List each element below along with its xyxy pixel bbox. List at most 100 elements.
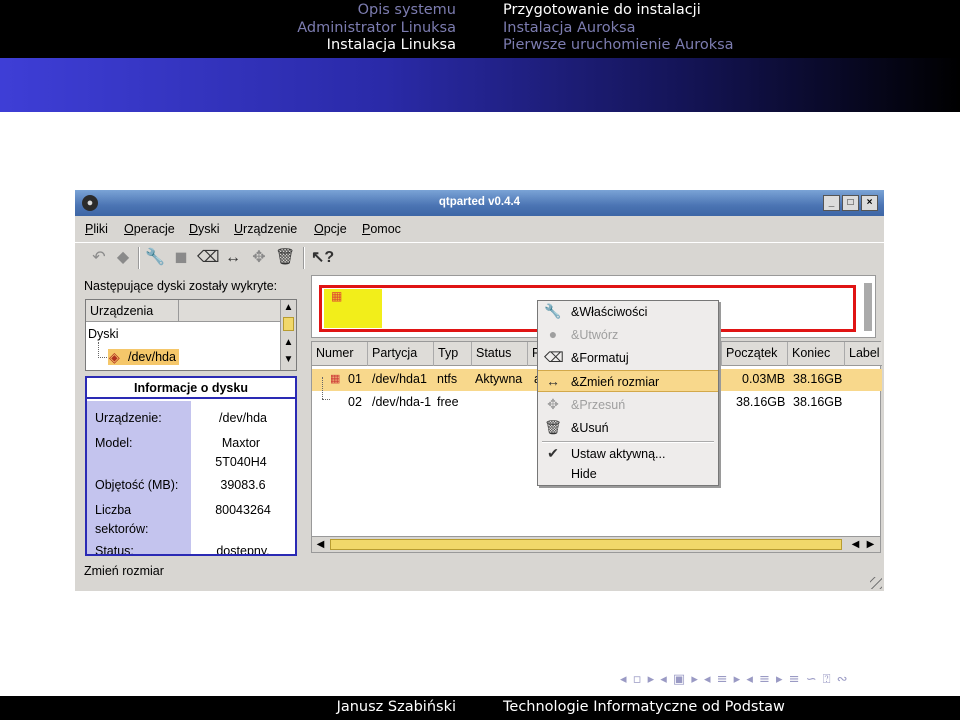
menu-item-utworz[interactable]: ● &Utwórz <box>538 324 718 346</box>
column-header-status[interactable]: Status <box>472 342 528 366</box>
slide-footer: Janusz Szabiński Technologie Informatycz… <box>0 696 960 720</box>
wrench-icon: 🔧 <box>544 303 562 319</box>
cell-koniec: 38.16GB <box>793 372 843 386</box>
close-button[interactable]: × <box>861 195 878 211</box>
cell-koniec: 38.16GB <box>793 395 843 409</box>
scroll-left-arrow[interactable]: ◀ <box>313 537 328 552</box>
menu-item-ustaw-aktywna[interactable]: ✔ Ustaw aktywną... <box>538 443 718 465</box>
whats-this-icon[interactable]: ↖? <box>311 248 334 268</box>
slide-header: Opis systemu Administrator Linuksa Insta… <box>0 0 960 58</box>
delete-icon[interactable]: 🗑 <box>275 248 295 268</box>
tree-vscroll[interactable]: ▲ ▲ ▼ <box>280 300 296 370</box>
window-titlebar: ● qtparted v0.4.4 _ □ × <box>75 190 884 216</box>
tree-item-label: /dev/hda <box>128 350 176 364</box>
tree-item-dev-hda[interactable]: ◈ /dev/hda <box>108 349 179 365</box>
beamer-navigation-symbols[interactable]: ◂ ▫ ▸ ◂ ▣ ▸ ◂ ≡ ▸ ◂ ≡ ▸ ≡ ∽ ⍰ ∾ <box>620 672 849 687</box>
scroll-up-arrow[interactable]: ▲ <box>281 335 296 350</box>
column-header-partycja[interactable]: Partycja <box>368 342 434 366</box>
column-header-numer[interactable]: Numer <box>312 342 368 366</box>
scroll-left-arrow[interactable]: ◀ <box>848 537 863 552</box>
menubar: Pliki Operacje Dyski Urządzenie Opcje Po… <box>75 217 884 241</box>
info-key: Urządzenie: <box>95 411 162 425</box>
tree-header-divider[interactable] <box>178 300 179 322</box>
subsection-link-current[interactable]: Przygotowanie do instalacji <box>503 2 734 20</box>
menu-item-usun[interactable]: 🗑 &Usuń <box>538 417 718 439</box>
scroll-thumb[interactable] <box>283 317 294 331</box>
section-link-current[interactable]: Instalacja Linuksa <box>297 37 456 55</box>
format-icon[interactable]: ⌫ <box>197 248 220 268</box>
info-value: Maxtor 5T040H4 <box>215 436 267 469</box>
cell-status: Aktywna <box>475 372 523 386</box>
scroll-up-arrow[interactable]: ▲ <box>281 300 296 315</box>
partition-icon: ▦ <box>330 373 341 385</box>
toolbar: ↶ ◆ 🔧 ◼ ⌫ ↔ ✥ 🗑 ↖? <box>75 242 884 272</box>
menu-opcje[interactable]: Opcje <box>314 222 347 236</box>
undo-icon[interactable]: ↶ <box>89 248 109 268</box>
table-hscroll[interactable]: ◀ ◀ ▶ <box>312 536 880 552</box>
disk-info-panel: Informacje o dysku Urządzenie: /dev/hda … <box>85 376 297 556</box>
scroll-thumb[interactable] <box>330 539 842 550</box>
info-value: 80043264 <box>215 503 271 517</box>
resize-icon[interactable]: ↔ <box>223 248 243 268</box>
menu-item-wlasciwosci[interactable]: 🔧 &Właściwości <box>538 301 718 323</box>
maximize-button[interactable]: □ <box>842 195 859 211</box>
menu-pomoc[interactable]: Pomoc <box>362 222 401 236</box>
partition-block[interactable]: ▦ <box>324 289 382 328</box>
move-icon[interactable]: ✥ <box>249 248 269 268</box>
menu-urzadzenie[interactable]: Urządzenie <box>234 222 297 236</box>
section-link[interactable]: Administrator Linuksa <box>297 20 456 38</box>
slide-title-band <box>0 58 960 112</box>
info-value: /dev/hda <box>219 411 267 425</box>
device-tree[interactable]: Urządzenia Dyski ◈ /dev/hda ▲ ▲ ▼ <box>85 299 297 371</box>
menu-item-przesun[interactable]: ✥ &Przesuń <box>538 394 718 416</box>
scroll-right-arrow[interactable]: ▶ <box>863 537 878 552</box>
move-icon: ✥ <box>547 396 559 412</box>
menu-item-zmien-rozmiar[interactable]: ↔ &Zmień rozmiar <box>538 370 718 392</box>
info-key: Model: <box>95 436 133 450</box>
info-value: 39083.6 <box>220 478 266 492</box>
section-nav: Opis systemu Administrator Linuksa Insta… <box>297 2 456 55</box>
menu-operacje[interactable]: Operacje <box>124 222 175 236</box>
info-key: Status: <box>95 544 134 556</box>
partition-icon: ▦ <box>331 289 343 303</box>
toolbar-separator <box>138 247 140 269</box>
menu-dyski[interactable]: Dyski <box>189 222 220 236</box>
scroll-down-arrow[interactable]: ▼ <box>281 352 296 367</box>
cell-numer: 01 <box>348 372 362 386</box>
tree-column-header[interactable]: Urządzenia <box>86 300 282 322</box>
toolbar-separator <box>303 247 305 269</box>
footer-author: Janusz Szabiński <box>336 699 456 715</box>
create-icon: ● <box>548 326 558 342</box>
tree-line <box>98 357 107 358</box>
eraser-icon: ⌫ <box>544 349 564 365</box>
subsection-nav: Przygotowanie do instalacji Instalacja A… <box>503 2 734 55</box>
window-title: qtparted v0.4.4 <box>438 196 521 208</box>
menu-item-hide[interactable]: Hide <box>538 463 718 485</box>
qtparted-window: ● qtparted v0.4.4 _ □ × Pliki Operacje D… <box>75 190 884 591</box>
info-key: Liczba sektorów: <box>95 503 149 536</box>
menu-pliki[interactable]: Pliki <box>85 222 108 236</box>
resize-grip[interactable] <box>870 577 882 589</box>
menu-item-formatuj[interactable]: ⌫ &Formatuj <box>538 347 718 369</box>
create-icon[interactable]: ◼ <box>171 248 191 268</box>
section-link[interactable]: Opis systemu <box>297 2 456 20</box>
commit-icon[interactable]: ◆ <box>113 248 133 268</box>
tree-item-disks[interactable]: Dyski <box>88 327 119 341</box>
column-header-koniec[interactable]: Koniec <box>788 342 845 366</box>
cell-numer: 02 <box>348 395 362 409</box>
cell-partycja: /dev/hda1 <box>372 372 427 386</box>
resize-icon: ↔ <box>546 373 560 389</box>
column-header-poczatek[interactable]: Początek <box>722 342 788 366</box>
subsection-link[interactable]: Pierwsze uruchomienie Auroksa <box>503 37 734 55</box>
column-header-typ[interactable]: Typ <box>434 342 472 366</box>
minimize-button[interactable]: _ <box>823 195 840 211</box>
subsection-link[interactable]: Instalacja Auroksa <box>503 20 734 38</box>
status-bar: Zmień rozmiar <box>84 564 164 578</box>
disk-info-title: Informacje o dysku <box>87 378 295 399</box>
tree-line <box>98 342 99 358</box>
info-key: Objętość (MB): <box>95 478 179 492</box>
properties-icon[interactable]: 🔧 <box>145 248 165 268</box>
trash-icon: 🗑 <box>544 419 562 435</box>
map-scrollbar[interactable] <box>864 283 872 331</box>
column-header-label[interactable]: Label <box>845 342 884 366</box>
